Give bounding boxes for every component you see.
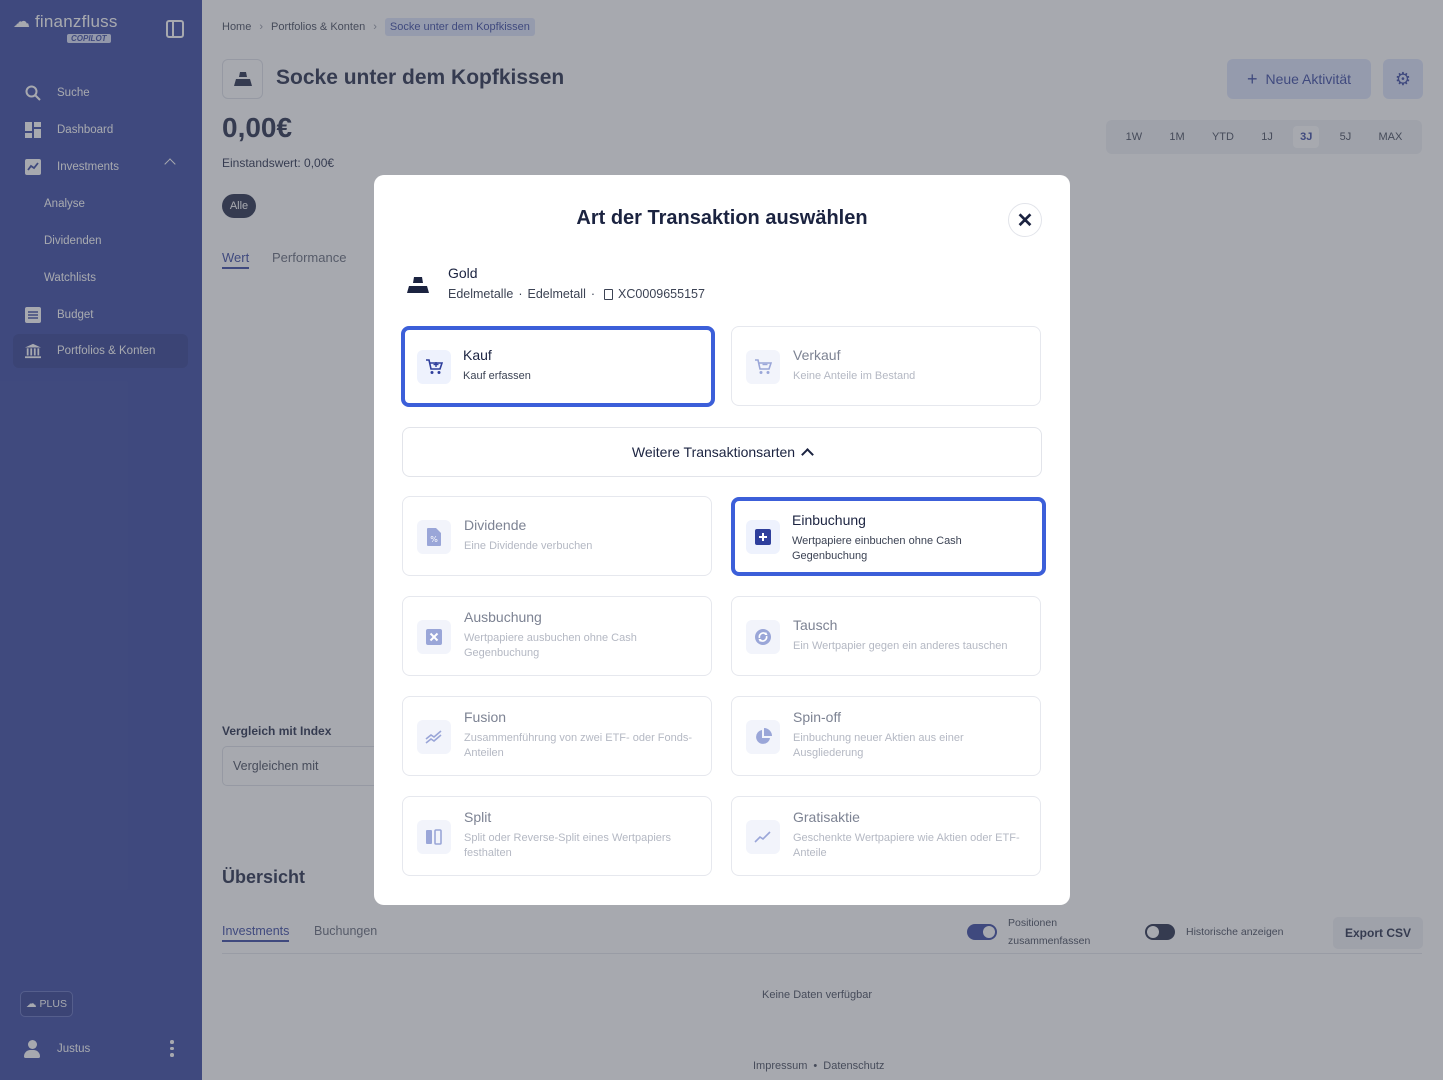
pie-chart-icon xyxy=(746,720,780,754)
split-desc: Split oder Reverse-Split eines Wertpapie… xyxy=(464,832,672,859)
svg-text:%: % xyxy=(430,535,438,544)
swap-icon xyxy=(746,620,780,654)
dividende-desc: Eine Dividende verbuchen xyxy=(464,540,593,552)
dividend-document-icon: % xyxy=(417,520,451,554)
cart-remove-icon xyxy=(746,350,780,384)
x-box-icon xyxy=(417,620,451,654)
kauf-card[interactable]: Kauf Kauf erfassen xyxy=(401,326,715,407)
plus-box-icon xyxy=(746,520,780,554)
copy-icon[interactable] xyxy=(604,288,614,300)
kauf-desc: Kauf erfassen xyxy=(463,370,531,382)
merge-chart-icon xyxy=(417,720,451,754)
split-card[interactable]: Split Split oder Reverse-Split eines Wer… xyxy=(402,796,712,876)
transaction-type-modal: Art der Transaktion auswählen ✕ Gold Ede… xyxy=(374,175,1070,905)
einbuchung-label: Einbuchung xyxy=(792,512,866,528)
ausbuchung-card[interactable]: Ausbuchung Wertpapiere ausbuchen ohne Ca… xyxy=(402,596,712,676)
asset-meta: Edelmetalle · Edelmetall · XC0009655157 xyxy=(448,287,705,301)
close-icon[interactable]: ✕ xyxy=(1008,203,1042,237)
verkauf-card[interactable]: Verkauf Keine Anteile im Bestand xyxy=(731,326,1041,406)
fusion-desc: Zusammenführung von zwei ETF- oder Fonds… xyxy=(464,732,693,759)
more-types-label: Weitere Transaktionsarten xyxy=(631,444,796,460)
verkauf-label: Verkauf xyxy=(793,347,841,363)
tausch-desc: Ein Wertpapier gegen ein anderes tausche… xyxy=(793,640,1008,652)
einbuchung-desc: Wertpapiere einbuchen ohne Cash Gegenbuc… xyxy=(792,535,962,562)
split-label: Split xyxy=(464,809,492,825)
spinoff-card[interactable]: Spin-off Einbuchung neuer Aktien aus ein… xyxy=(731,696,1041,776)
kauf-label: Kauf xyxy=(463,347,492,363)
meta-separator: · xyxy=(518,287,523,301)
asset-category: Edelmetalle xyxy=(448,287,514,301)
split-icon xyxy=(417,820,451,854)
verkauf-desc: Keine Anteile im Bestand xyxy=(793,370,916,382)
trend-up-icon xyxy=(746,820,780,854)
chevron-up-icon xyxy=(801,448,814,461)
asset-name: Gold xyxy=(448,265,478,281)
more-transaction-types-button[interactable]: Weitere Transaktionsarten xyxy=(402,427,1042,477)
gratisaktie-label: Gratisaktie xyxy=(793,809,860,825)
asset-isin: XC0009655157 xyxy=(618,287,705,301)
gratisaktie-card[interactable]: Gratisaktie Geschenkte Wertpapiere wie A… xyxy=(731,796,1041,876)
gold-bars-icon xyxy=(407,277,429,293)
tausch-card[interactable]: Tausch Ein Wertpapier gegen ein anderes … xyxy=(731,596,1041,676)
gratisaktie-desc: Geschenkte Wertpapiere wie Aktien oder E… xyxy=(793,832,1020,859)
einbuchung-card[interactable]: Einbuchung Wertpapiere einbuchen ohne Ca… xyxy=(731,497,1046,576)
tausch-label: Tausch xyxy=(793,617,838,633)
cart-icon xyxy=(417,350,451,384)
fusion-card[interactable]: Fusion Zusammenführung von zwei ETF- ode… xyxy=(402,696,712,776)
ausbuchung-desc: Wertpapiere ausbuchen ohne Cash Gegenbuc… xyxy=(464,632,637,659)
spinoff-desc: Einbuchung neuer Aktien aus einer Ausgli… xyxy=(793,732,964,759)
meta-separator: · xyxy=(590,287,596,301)
dividende-card[interactable]: % Dividende Eine Dividende verbuchen xyxy=(402,496,712,576)
modal-title: Art der Transaktion auswählen xyxy=(576,207,868,229)
ausbuchung-label: Ausbuchung xyxy=(464,609,542,625)
spinoff-label: Spin-off xyxy=(793,709,841,725)
dividende-label: Dividende xyxy=(464,517,527,533)
asset-info: Gold Edelmetalle · Edelmetall · XC000965… xyxy=(404,265,1044,309)
fusion-label: Fusion xyxy=(464,709,507,725)
asset-type: Edelmetall xyxy=(527,287,586,301)
